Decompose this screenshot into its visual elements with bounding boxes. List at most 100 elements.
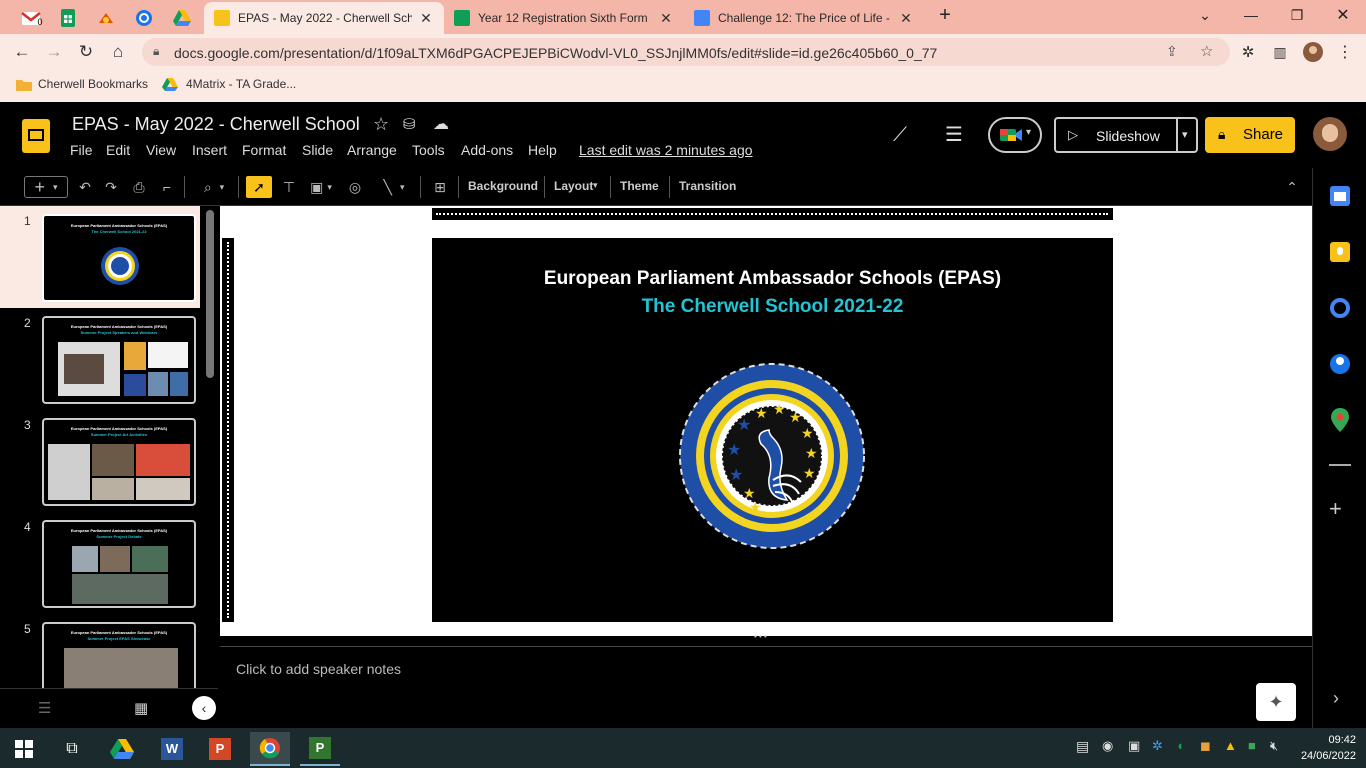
close-icon[interactable]: ✕	[658, 10, 674, 27]
grid-view-icon[interactable]: ▦	[134, 699, 148, 717]
google-slides-logo[interactable]	[22, 119, 50, 153]
last-edit-link[interactable]: Last edit was 2 minutes ago	[579, 142, 753, 158]
tray-icon-2[interactable]: ◉	[1102, 738, 1113, 754]
tab-challenge-12[interactable]: Challenge 12: The Price of Life - C ✕	[684, 2, 924, 34]
menu-format[interactable]: Format	[242, 142, 286, 158]
horizontal-ruler[interactable]	[432, 208, 1113, 220]
slide-thumbnail-5[interactable]: European Parliament Ambassador Schools (…	[42, 622, 196, 688]
account-avatar[interactable]	[1313, 117, 1347, 151]
activity-dashboard-icon[interactable]: ⟋	[893, 124, 907, 147]
share-page-icon[interactable]: ⇪	[1166, 43, 1178, 60]
slideshow-button[interactable]: ▷ Slideshow ▾	[1054, 117, 1198, 153]
current-slide[interactable]: European Parliament Ambassador Schools (…	[432, 238, 1113, 622]
close-icon[interactable]: ✕	[898, 10, 914, 27]
task-view-icon[interactable]: ⧉	[52, 732, 92, 766]
meet-button[interactable]: ▾	[988, 117, 1042, 153]
comments-icon[interactable]: ☰	[945, 122, 963, 147]
address-bar[interactable]: 🔒︎ docs.google.com/presentation/d/1f09aL…	[142, 38, 1230, 66]
share-button[interactable]: 🔒︎ Share	[1205, 117, 1295, 153]
profile-avatar[interactable]	[1300, 40, 1326, 64]
undo-icon[interactable]: ↶	[74, 176, 96, 198]
theme-button[interactable]: Theme	[620, 179, 659, 193]
get-addons-icon[interactable]: +	[1329, 496, 1342, 522]
tray-icon-1[interactable]: ▤	[1076, 738, 1089, 755]
calendar-icon[interactable]	[1330, 186, 1350, 206]
home-button[interactable]: ⌂	[105, 40, 131, 64]
menu-tools[interactable]: Tools	[412, 142, 445, 158]
contacts-icon[interactable]	[1330, 354, 1350, 374]
select-cursor-icon[interactable]: ➚	[246, 176, 272, 198]
chrome-taskbar-icon[interactable]	[250, 732, 290, 766]
speaker-notes-placeholder[interactable]: Click to add speaker notes	[236, 661, 401, 677]
vertical-ruler[interactable]	[222, 238, 234, 622]
close-icon[interactable]: ✕	[418, 10, 434, 27]
collapse-filmstrip-icon[interactable]: ‹	[192, 696, 216, 720]
menu-file[interactable]: File	[70, 142, 93, 158]
browser-menu-icon[interactable]: ⋮	[1332, 40, 1358, 64]
slide-subtitle[interactable]: The Cherwell School 2021-22	[432, 296, 1113, 318]
menu-slide[interactable]: Slide	[302, 142, 333, 158]
back-button[interactable]: ←	[9, 40, 35, 64]
transition-button[interactable]: Transition	[679, 179, 736, 193]
reload-button[interactable]: ↻	[73, 40, 99, 64]
cloud-status-icon[interactable]: ☁	[433, 114, 449, 134]
google-drive-taskbar-icon[interactable]	[102, 732, 142, 766]
menu-arrange[interactable]: Arrange	[347, 142, 397, 158]
new-slide-button[interactable]: + ▾	[24, 176, 68, 198]
bookmark-folder-cherwell[interactable]: Cherwell Bookmarks	[16, 77, 148, 91]
side-panel-icon[interactable]: ▥	[1267, 40, 1293, 64]
gmail-pinned-tab[interactable]: 0	[14, 4, 50, 32]
tray-icon-8[interactable]: ■	[1248, 738, 1256, 753]
project-taskbar-icon[interactable]: P	[300, 732, 340, 766]
menu-view[interactable]: View	[146, 142, 176, 158]
keep-icon[interactable]	[1330, 242, 1350, 262]
menu-addons[interactable]: Add-ons	[461, 142, 513, 158]
insert-image-icon[interactable]: ▣ ▾	[304, 176, 338, 198]
tray-icon-3[interactable]: ▣	[1128, 738, 1140, 754]
paint-format-icon[interactable]: ⌐	[156, 176, 178, 198]
filmstrip-scrollbar[interactable]	[206, 210, 214, 378]
bookmark-star-icon[interactable]: ☆	[1200, 42, 1213, 60]
forward-button[interactable]: →	[41, 40, 67, 64]
comment-add-icon[interactable]: ⊞	[428, 176, 452, 198]
maps-icon[interactable]	[1331, 408, 1349, 432]
notes-resize-handle[interactable]: • • •	[220, 632, 1312, 642]
tasks-icon[interactable]	[1330, 298, 1350, 318]
system-clock[interactable]: 09:42 24/06/2022	[1301, 732, 1356, 764]
menu-insert[interactable]: Insert	[192, 142, 227, 158]
background-button[interactable]: Background	[468, 179, 538, 193]
print-icon[interactable]: ⎙	[128, 176, 150, 198]
drive-pinned-tab[interactable]	[164, 4, 200, 32]
close-window-button[interactable]: ✕	[1320, 0, 1366, 30]
lock-icon[interactable]: 🔒︎	[153, 44, 159, 59]
tab-search-button[interactable]: ⌄	[1182, 0, 1228, 30]
menu-help[interactable]: Help	[528, 142, 557, 158]
tray-icon-5[interactable]: ◖	[1176, 738, 1184, 753]
word-taskbar-icon[interactable]: W	[152, 732, 192, 766]
tray-icon-6[interactable]: ◼	[1200, 738, 1211, 754]
slide-title[interactable]: European Parliament Ambassador Schools (…	[432, 268, 1113, 290]
slide-thumbnail-1[interactable]: European Parliament Ambassador Schools (…	[42, 214, 196, 302]
list-view-icon[interactable]: ☰	[38, 699, 51, 717]
minimize-button[interactable]: —	[1228, 0, 1274, 30]
layout-button[interactable]: Layout	[554, 179, 593, 193]
powerpoint-taskbar-icon[interactable]: P	[200, 732, 240, 766]
tab-year12-registration[interactable]: Year 12 Registration Sixth Form In ✕	[444, 2, 684, 34]
redo-icon[interactable]: ↷	[100, 176, 122, 198]
tray-icon-4[interactable]: ✲	[1152, 738, 1163, 754]
line-icon[interactable]: ╲ ▾	[374, 176, 414, 198]
tab-epas-presentation[interactable]: EPAS - May 2022 - Cherwell Scho ✕	[204, 2, 444, 34]
collapse-toolbar-icon[interactable]: ⌃	[1280, 176, 1304, 198]
star-icon[interactable]: ☆	[373, 114, 389, 135]
move-to-folder-icon[interactable]: ⛁	[403, 115, 416, 133]
document-title[interactable]: EPAS - May 2022 - Cherwell School	[72, 114, 360, 135]
start-button[interactable]	[4, 732, 44, 766]
speaker-notes-panel[interactable]: Click to add speaker notes ✦	[220, 646, 1312, 728]
extensions-icon[interactable]: ✲	[1235, 40, 1261, 64]
new-tab-button[interactable]: +	[922, 0, 968, 30]
explore-button[interactable]: ✦	[1256, 683, 1296, 721]
shape-icon[interactable]: ◎	[344, 176, 366, 198]
volume-icon[interactable]: 🔇︎	[1270, 738, 1278, 754]
menu-edit[interactable]: Edit	[106, 142, 130, 158]
chevron-down-icon[interactable]: ▾	[1182, 128, 1188, 141]
